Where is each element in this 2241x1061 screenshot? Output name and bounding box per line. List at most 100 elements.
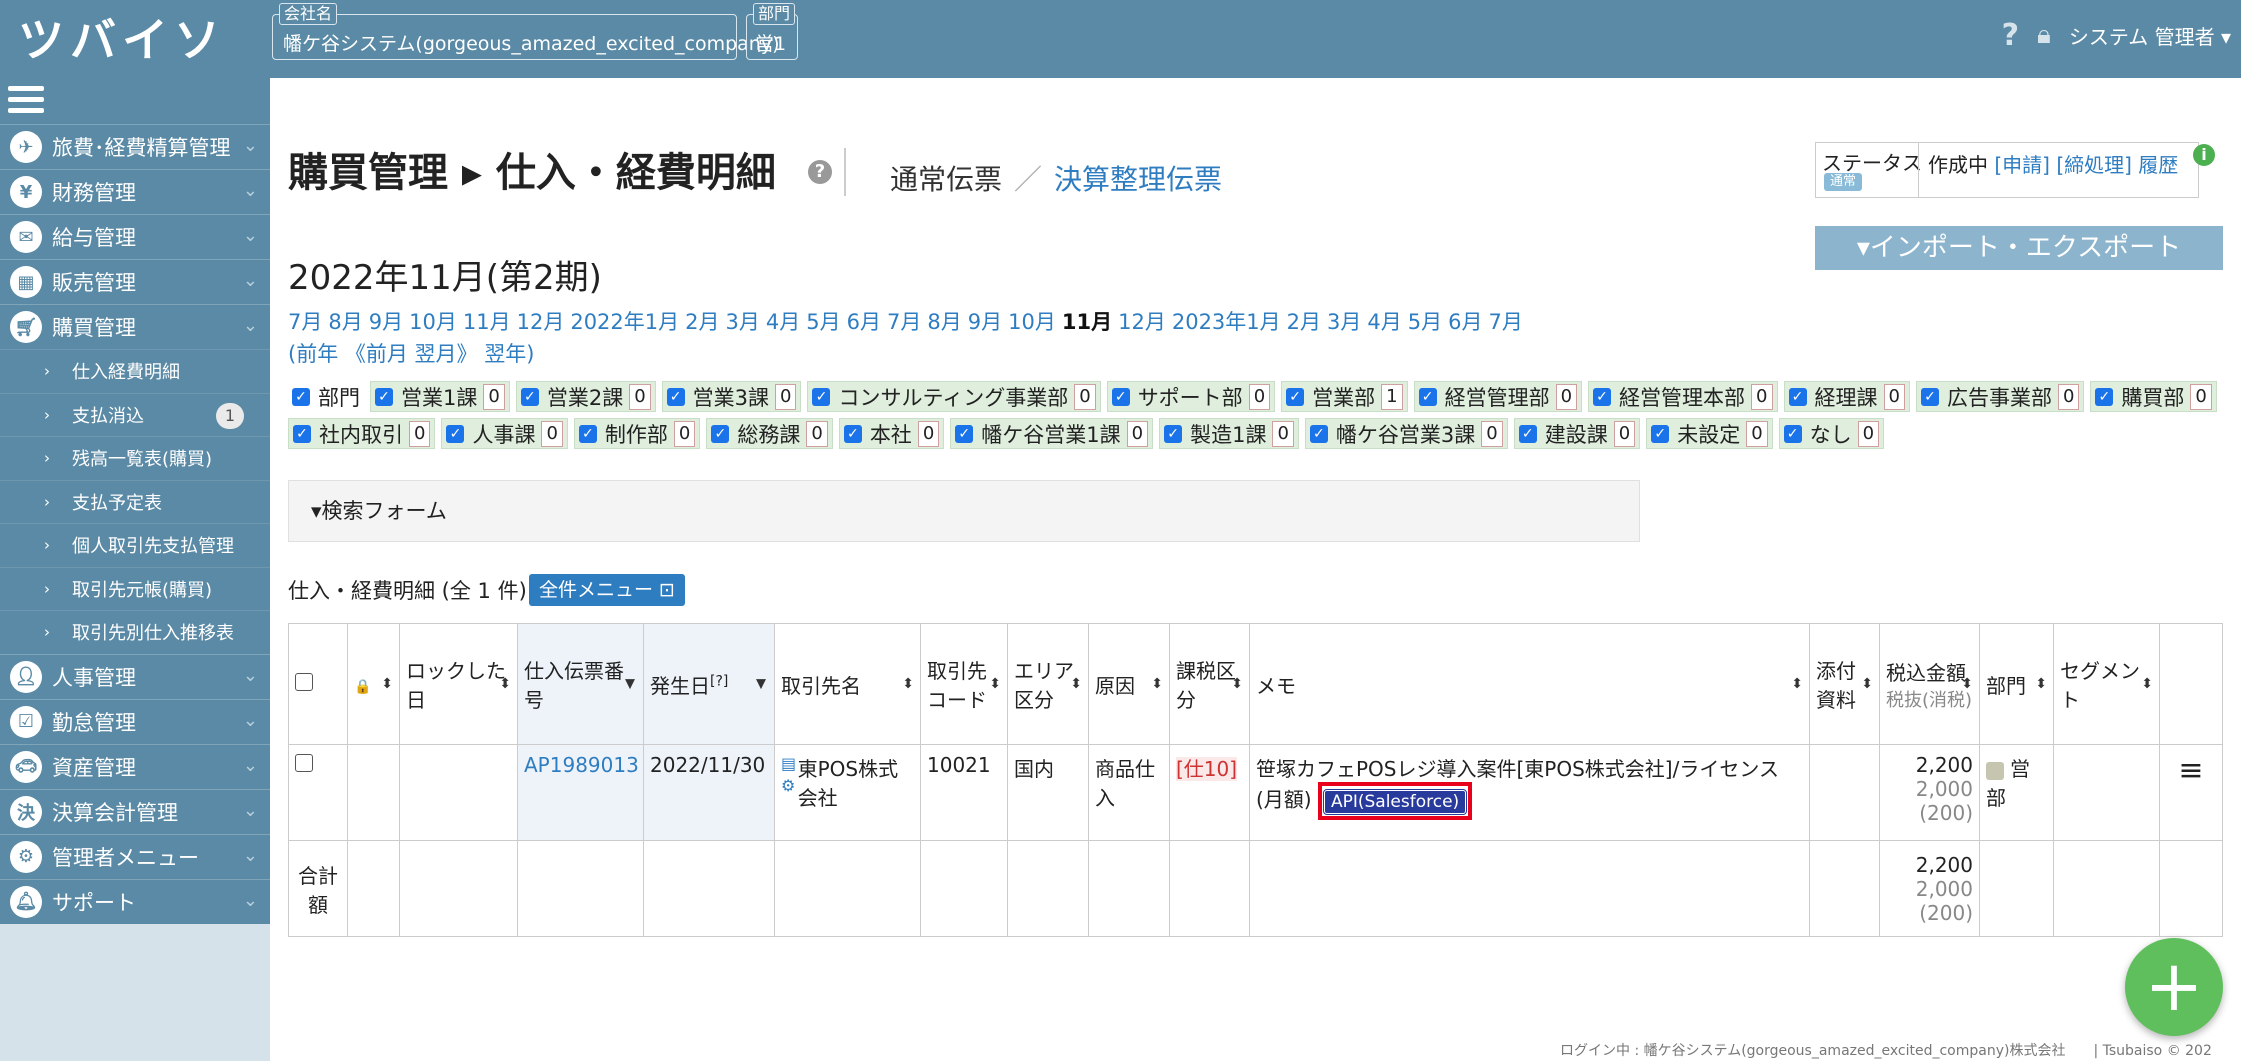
month-link[interactable]: 7月 <box>887 310 921 334</box>
checkbox-checked-icon[interactable]: ✓ <box>666 387 685 406</box>
sidebar-item-sales[interactable]: ▦ 販売管理 ⌄ <box>0 259 270 304</box>
add-button[interactable]: + <box>2125 938 2223 1036</box>
checkbox-checked-icon[interactable]: ✓ <box>1418 387 1437 406</box>
checkbox-checked-icon[interactable]: ✓ <box>520 387 539 406</box>
sidebar-sub-purchase-detail[interactable]: › 仕入経費明細 <box>0 349 270 393</box>
dept-filter-item[interactable]: ✓ 購買部 0 <box>2090 381 2217 412</box>
month-link[interactable]: 3月 <box>1327 310 1361 334</box>
month-link[interactable]: 10月 <box>409 310 457 334</box>
sidebar-item-assets[interactable]: 🚗︎ 資産管理 ⌄ <box>0 743 270 789</box>
checkbox-checked-icon[interactable]: ✓ <box>843 424 862 443</box>
row-checkbox[interactable] <box>295 754 313 772</box>
checkbox-checked-icon[interactable]: ✓ <box>446 424 465 443</box>
month-link[interactable]: 10月 <box>1008 310 1056 334</box>
month-link[interactable]: 6月 <box>1448 310 1482 334</box>
sidebar-sub-partner-trend[interactable]: › 取引先別仕入推移表 <box>0 610 270 654</box>
dept-filter-item[interactable]: ✓ 幡ケ谷営業1課 0 <box>950 418 1154 449</box>
checkbox-checked-icon[interactable]: ✓ <box>1111 387 1130 406</box>
gear-icon[interactable]: ⚙ <box>781 775 798 797</box>
dept-filter-item[interactable]: ✓ 幡ケ谷営業3課 0 <box>1304 418 1508 449</box>
dept-filter-item[interactable]: ✓ 経理課 0 <box>1783 381 1910 412</box>
sidebar-item-admin[interactable]: ⚙ 管理者メニュー ⌄ <box>0 833 270 879</box>
checkbox-checked-icon[interactable]: ✓ <box>2095 387 2114 406</box>
month-link[interactable]: 12月 <box>1118 310 1166 334</box>
amount-header[interactable]: 税込金額 税抜(消税) <box>1879 623 1980 745</box>
month-link[interactable]: 2月 <box>1287 310 1321 334</box>
lock-header[interactable]: 🔒 <box>347 623 400 745</box>
checkbox-checked-icon[interactable]: ✓ <box>293 424 311 443</box>
checkbox-checked-icon[interactable]: ✓ <box>1286 387 1305 406</box>
sidebar-sub-partner-ledger[interactable]: › 取引先元帳(購買) <box>0 566 270 610</box>
dept-filter-all[interactable]: ✓ 部門 <box>288 381 364 412</box>
checkbox-checked-icon[interactable]: ✓ <box>1920 387 1939 406</box>
dept-filter-item[interactable]: ✓ 社内取引 0 <box>288 418 436 449</box>
book-icon[interactable]: ▤ <box>781 753 798 775</box>
sidebar-sub-payment-reconcile[interactable]: › 支払消込 1 <box>0 392 270 436</box>
all-menu-button[interactable]: 全件メニュー ⊡ <box>529 574 685 606</box>
sidebar-item-hr[interactable]: 👤︎ 人事管理 ⌄ <box>0 653 270 699</box>
sidebar-sub-balance-list[interactable]: › 残高一覧表(購買) <box>0 436 270 480</box>
checkbox-checked-icon[interactable]: ✓ <box>375 387 393 406</box>
locked-date-header[interactable]: ロックした日 <box>399 623 518 745</box>
sidebar-item-support[interactable]: 🔔︎ サポート ⌄ <box>0 878 270 924</box>
month-link[interactable]: 9月 <box>369 310 403 334</box>
info-icon[interactable]: i <box>2193 144 2215 166</box>
user-menu[interactable]: システム 管理者 ▾ <box>2069 21 2231 50</box>
app-logo[interactable]: ツバイソ <box>18 4 226 70</box>
month-link[interactable]: 8月 <box>328 310 362 334</box>
tax-class-header[interactable]: 課税区分 <box>1169 623 1250 745</box>
dept-filter-item[interactable]: ✓ サポート部 0 <box>1106 381 1276 412</box>
month-link[interactable]: 7月 <box>1489 310 1523 334</box>
memo-header[interactable]: メモ <box>1249 623 1810 745</box>
attachment-header[interactable]: 添付資料 <box>1809 623 1880 745</box>
slip-settlement-link[interactable]: 決算整理伝票 <box>1054 163 1222 196</box>
dept-filter-item[interactable]: ✓ 制作部 0 <box>573 418 701 449</box>
status-close-link[interactable]: [締処理] <box>2056 153 2132 177</box>
sidebar-sub-individual-payment[interactable]: › 個人取引先支払管理 <box>0 523 270 567</box>
month-link[interactable]: 5月 <box>1408 310 1442 334</box>
dept-header[interactable]: 部門 <box>1979 623 2054 745</box>
month-link[interactable]: 5月 <box>806 310 840 334</box>
status-history-link[interactable]: 履歴 <box>2138 153 2178 177</box>
dept-filter-item[interactable]: ✓ 未設定 0 <box>1646 418 1773 449</box>
month-link[interactable]: 4月 <box>766 310 800 334</box>
dept-filter-item[interactable]: ✓ なし 0 <box>1778 418 1885 449</box>
checkbox-checked-icon[interactable]: ✓ <box>1783 424 1802 443</box>
checkbox-checked-icon[interactable]: ✓ <box>1164 424 1183 443</box>
dept-filter-item[interactable]: ✓ 営業部 1 <box>1281 381 1408 412</box>
dept-filter-item[interactable]: ✓ 製造1課 0 <box>1159 418 1299 449</box>
sidebar-item-attendance[interactable]: ☑ 勤怠管理 ⌄ <box>0 698 270 744</box>
checkbox-checked-icon[interactable]: ✓ <box>955 424 974 443</box>
month-link[interactable]: 4月 <box>1367 310 1401 334</box>
dept-filter-item[interactable]: ✓ 営業3課 0 <box>661 381 802 412</box>
month-link[interactable]: 7月 <box>288 310 322 334</box>
month-link[interactable]: 2月 <box>685 310 719 334</box>
checkbox-checked-icon[interactable]: ✓ <box>292 387 310 406</box>
checkbox-checked-icon[interactable]: ✓ <box>711 424 730 443</box>
sidebar-item-finance[interactable]: ¥ 財務管理 ⌄ <box>0 169 270 214</box>
dept-filter-item[interactable]: ✓ 営業1課 0 <box>370 381 510 412</box>
month-link[interactable]: 3月 <box>726 310 760 334</box>
segment-header[interactable]: セグメント <box>2053 623 2160 745</box>
sidebar-item-purchasing[interactable]: 🛒︎ 購買管理 ⌄ <box>0 304 270 349</box>
dept-filter-item[interactable]: ✓ 建設課 0 <box>1513 418 1641 449</box>
select-all-checkbox[interactable] <box>295 673 313 691</box>
slip-no-header[interactable]: 仕入伝票番号 <box>517 623 644 745</box>
month-link[interactable]: 2023年1月 <box>1172 310 1281 334</box>
sidebar-sub-payment-schedule[interactable]: › 支払予定表 <box>0 479 270 523</box>
month-link[interactable]: 6月 <box>847 310 881 334</box>
partner-header[interactable]: 取引先名 <box>774 623 921 745</box>
help-icon[interactable]: ? <box>808 160 832 184</box>
checkbox-checked-icon[interactable]: ✓ <box>1593 387 1612 406</box>
month-link[interactable]: 11月 <box>463 310 511 334</box>
dept-filter-item[interactable]: ✓ 経営管理本部 0 <box>1588 381 1778 412</box>
month-link[interactable]: 8月 <box>927 310 961 334</box>
dept-filter-item[interactable]: ✓ 営業2課 0 <box>515 381 656 412</box>
area-header[interactable]: エリア区分 <box>1007 623 1089 745</box>
checkbox-checked-icon[interactable]: ✓ <box>1788 387 1807 406</box>
checkbox-checked-icon[interactable]: ✓ <box>1518 424 1537 443</box>
menu-toggle[interactable] <box>0 78 270 124</box>
month-link[interactable]: 2022年1月 <box>570 310 679 334</box>
month-link[interactable]: 9月 <box>968 310 1002 334</box>
issue-date-header[interactable]: 発生日[?] <box>643 623 775 745</box>
